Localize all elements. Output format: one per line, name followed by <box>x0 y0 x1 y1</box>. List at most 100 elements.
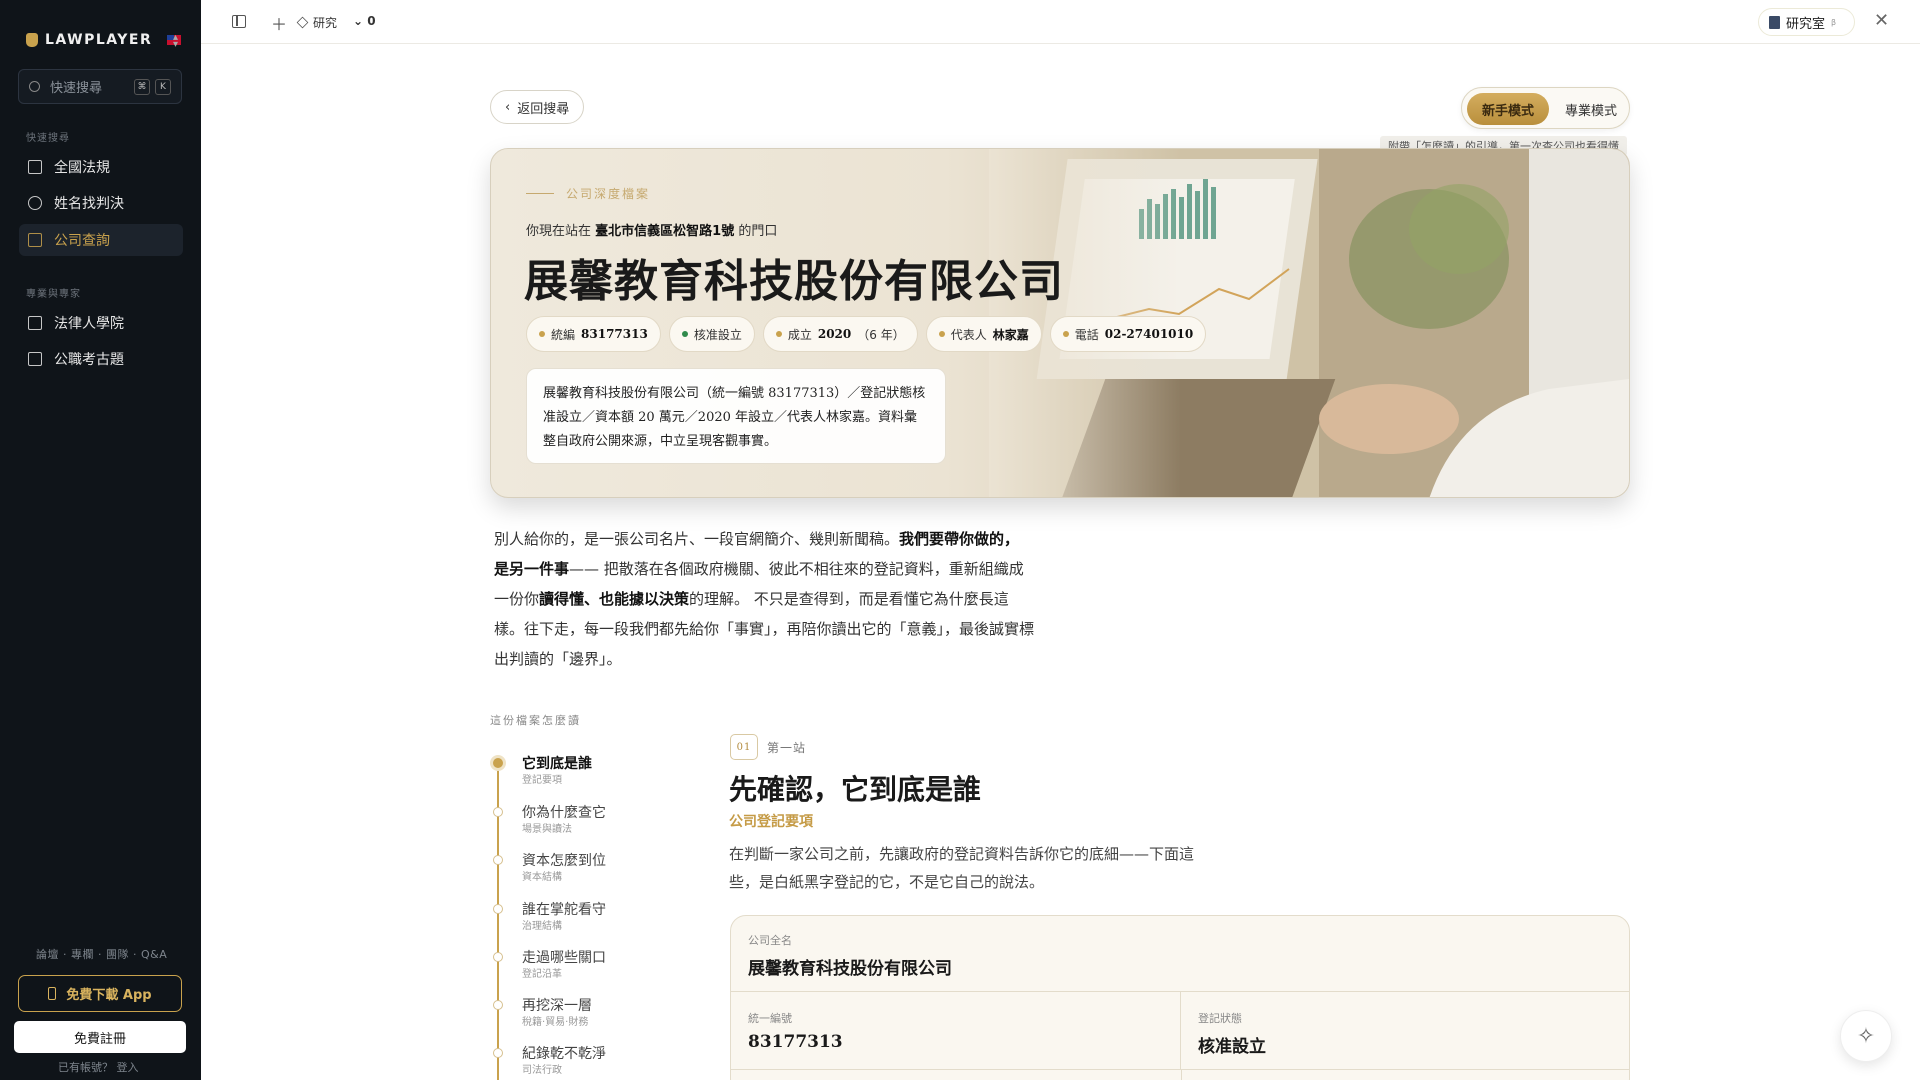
registration-card: 公司全名 展馨教育科技股份有限公司 統一編號 83177313 登記狀態 核准設… <box>730 915 1630 1080</box>
toc-item-title: 紀錄乾不乾淨 <box>522 1046 606 1062</box>
company-summary: 展馨教育科技股份有限公司（統一編號 83177313）／登記狀態核准設立／資本額… <box>526 368 946 464</box>
project-selector[interactable]: 研究 <box>296 14 338 31</box>
download-app-button[interactable]: 免費下載 App <box>18 975 182 1012</box>
brand[interactable]: LAWPLAYER ▴ ▾ <box>26 32 182 50</box>
library-icon <box>28 316 42 330</box>
back-to-search-button[interactable]: ‹ 返回搜尋 <box>490 90 585 124</box>
chip-value: 02-27401010 <box>1104 327 1194 341</box>
sparkle-icon: ✧ <box>1856 1023 1876 1049</box>
count-selector[interactable]: ⌄ 0 <box>353 14 376 28</box>
chip-value: 核准設立 <box>693 327 742 342</box>
field-value: 展馨教育科技股份有限公司 <box>748 959 952 979</box>
dot-icon <box>775 331 782 337</box>
dot-icon <box>938 331 945 337</box>
location-suffix: 的門口 <box>738 224 778 239</box>
chip-value: 83177313 <box>581 327 648 341</box>
toc-item-title: 走過哪些關口 <box>522 950 606 966</box>
chip-label: 電話 <box>1074 327 1099 342</box>
toggle-sidebar-icon[interactable] <box>232 15 246 28</box>
chip-label: 成立 <box>787 327 812 342</box>
nav-item-law-academy[interactable]: 法律人學院 <box>19 307 183 339</box>
chevron-updown-icon[interactable]: ▴ ▾ <box>173 33 180 50</box>
top-bar: ＋ 研究 ⌄ 0 研究室 β ✕ <box>201 0 1920 44</box>
chip-value: 林家嘉 <box>992 327 1029 342</box>
intro-paragraph: 別人給你的，是一張公司名片、一段官網簡介、幾則新聞稿。我們要帶你做的，是另一件事… <box>494 524 1034 674</box>
section-title-pro: 專業與專家 <box>26 289 81 300</box>
ai-assistant-button[interactable]: ✧ <box>1840 1010 1892 1062</box>
login-link[interactable]: 已有帳號？ 登入 <box>58 1059 139 1075</box>
nav-item-label: 姓名找判決 <box>54 196 124 212</box>
toc-item-title: 再挖深一層 <box>522 998 592 1014</box>
nav-item-name-search[interactable]: 姓名找判決 <box>19 187 183 219</box>
toc-bullet <box>493 807 503 817</box>
stop-number: 01 <box>730 734 758 760</box>
count-value: 0 <box>367 14 376 28</box>
beta-badge: β <box>1831 17 1837 27</box>
status-field: 登記狀態 核准設立 <box>1181 992 1629 1070</box>
logo-icon <box>26 33 38 47</box>
chip-phone: 電話 02-27401010 <box>1049 316 1207 352</box>
chip-representative: 代表人 林家嘉 <box>925 316 1042 352</box>
toc-item-sub: 司法行政 <box>522 1065 562 1076</box>
register-button[interactable]: 免費註冊 <box>14 1021 186 1053</box>
search-icon <box>28 196 42 210</box>
toc-line <box>497 756 499 1080</box>
hero-location: 你現在站在 臺北市信義區松智路1號 的門口 <box>526 220 777 239</box>
chip-extra: （6 年） <box>857 327 905 342</box>
toc-item-title: 你為什麼查它 <box>522 805 606 821</box>
shortcut-key-cmd: ⌘ <box>134 78 150 95</box>
toc-item-sub: 登記沿革 <box>522 969 562 980</box>
footer-links[interactable]: 論壇 · 專欄 · 團隊 · Q&A <box>36 946 167 962</box>
chip-value: 2020 <box>817 327 852 341</box>
mode-toggle: 新手模式 專業模式 <box>1461 87 1630 129</box>
toc-item-sub: 登記要項 <box>522 775 562 786</box>
project-name: 研究 <box>313 16 338 30</box>
sidebar: LAWPLAYER ▴ ▾ 快速搜尋 ⌘ K 快速搜尋 全國法規 姓名找判決 公司… <box>0 0 201 1080</box>
nav-item-company-search[interactable]: 公司查詢 <box>19 224 183 256</box>
toc-bullet <box>493 952 503 962</box>
toc-item-sub: 稅籍·貿易·財務 <box>522 1017 589 1028</box>
back-label: 返回搜尋 <box>517 101 570 117</box>
location-prefix: 你現在站在 <box>526 224 592 239</box>
close-icon[interactable]: ✕ <box>1874 10 1889 31</box>
quick-search-input[interactable]: 快速搜尋 ⌘ K <box>18 69 182 104</box>
layers-icon <box>296 16 309 29</box>
field-label: 統一編號 <box>748 1012 792 1025</box>
stop-label: 第一站 <box>767 741 807 755</box>
shortcut-key-k: K <box>155 78 171 95</box>
company-title: 展馨教育科技股份有限公司 <box>524 256 1064 307</box>
plus-icon[interactable]: ＋ <box>271 11 287 35</box>
chevron-left-icon: ‹ <box>505 99 511 115</box>
full-name-field: 公司全名 展馨教育科技股份有限公司 <box>731 916 1629 992</box>
nav-item-exam-archive[interactable]: 公職考古題 <box>19 343 183 375</box>
building-icon <box>28 233 42 247</box>
download-app-label: 免費下載 App <box>66 988 152 1003</box>
dot-icon <box>1062 331 1069 337</box>
book-icon <box>1769 15 1780 29</box>
pro-mode-button[interactable]: 專業模式 <box>1556 93 1626 125</box>
research-lab-button[interactable]: 研究室 β <box>1758 8 1856 36</box>
toc-item-title: 誰在掌舵看守 <box>522 902 606 918</box>
field-label: 登記狀態 <box>1198 1012 1242 1025</box>
section-title-quick: 快速搜尋 <box>26 133 70 144</box>
law-book-icon <box>28 160 42 174</box>
chip-label: 統編 <box>551 327 576 342</box>
search-icon <box>29 81 40 92</box>
dot-icon <box>539 331 545 337</box>
company-chips: 統編 83177313 核准設立 成立 2020 （6 年） 代表人 林家嘉 電… <box>526 316 1207 352</box>
toc-bullet <box>493 855 503 865</box>
search-placeholder: 快速搜尋 <box>50 81 103 96</box>
chart-icon <box>28 352 42 366</box>
intro-bold-2: 讀得懂、也能據以決策 <box>539 590 690 608</box>
nav-item-national-laws[interactable]: 全國法規 <box>19 151 183 183</box>
toc-bullet <box>493 904 503 914</box>
section-description: 在判斷一家公司之前，先讓政府的登記資料告訴你它的底細——下面這些，是白紙黑字登記… <box>729 845 1195 891</box>
hero-kicker: 公司深度檔案 <box>526 185 650 202</box>
nav-item-label: 全國法規 <box>54 160 110 176</box>
toc-item-sub: 治理結構 <box>522 921 562 932</box>
nav-item-label: 法律人學院 <box>54 316 124 332</box>
toc-item-title: 它到底是誰 <box>522 756 592 772</box>
beginner-mode-button[interactable]: 新手模式 <box>1467 93 1549 125</box>
chip-tax-id: 統編 83177313 <box>526 316 661 352</box>
nav-item-label: 公司查詢 <box>54 233 110 249</box>
